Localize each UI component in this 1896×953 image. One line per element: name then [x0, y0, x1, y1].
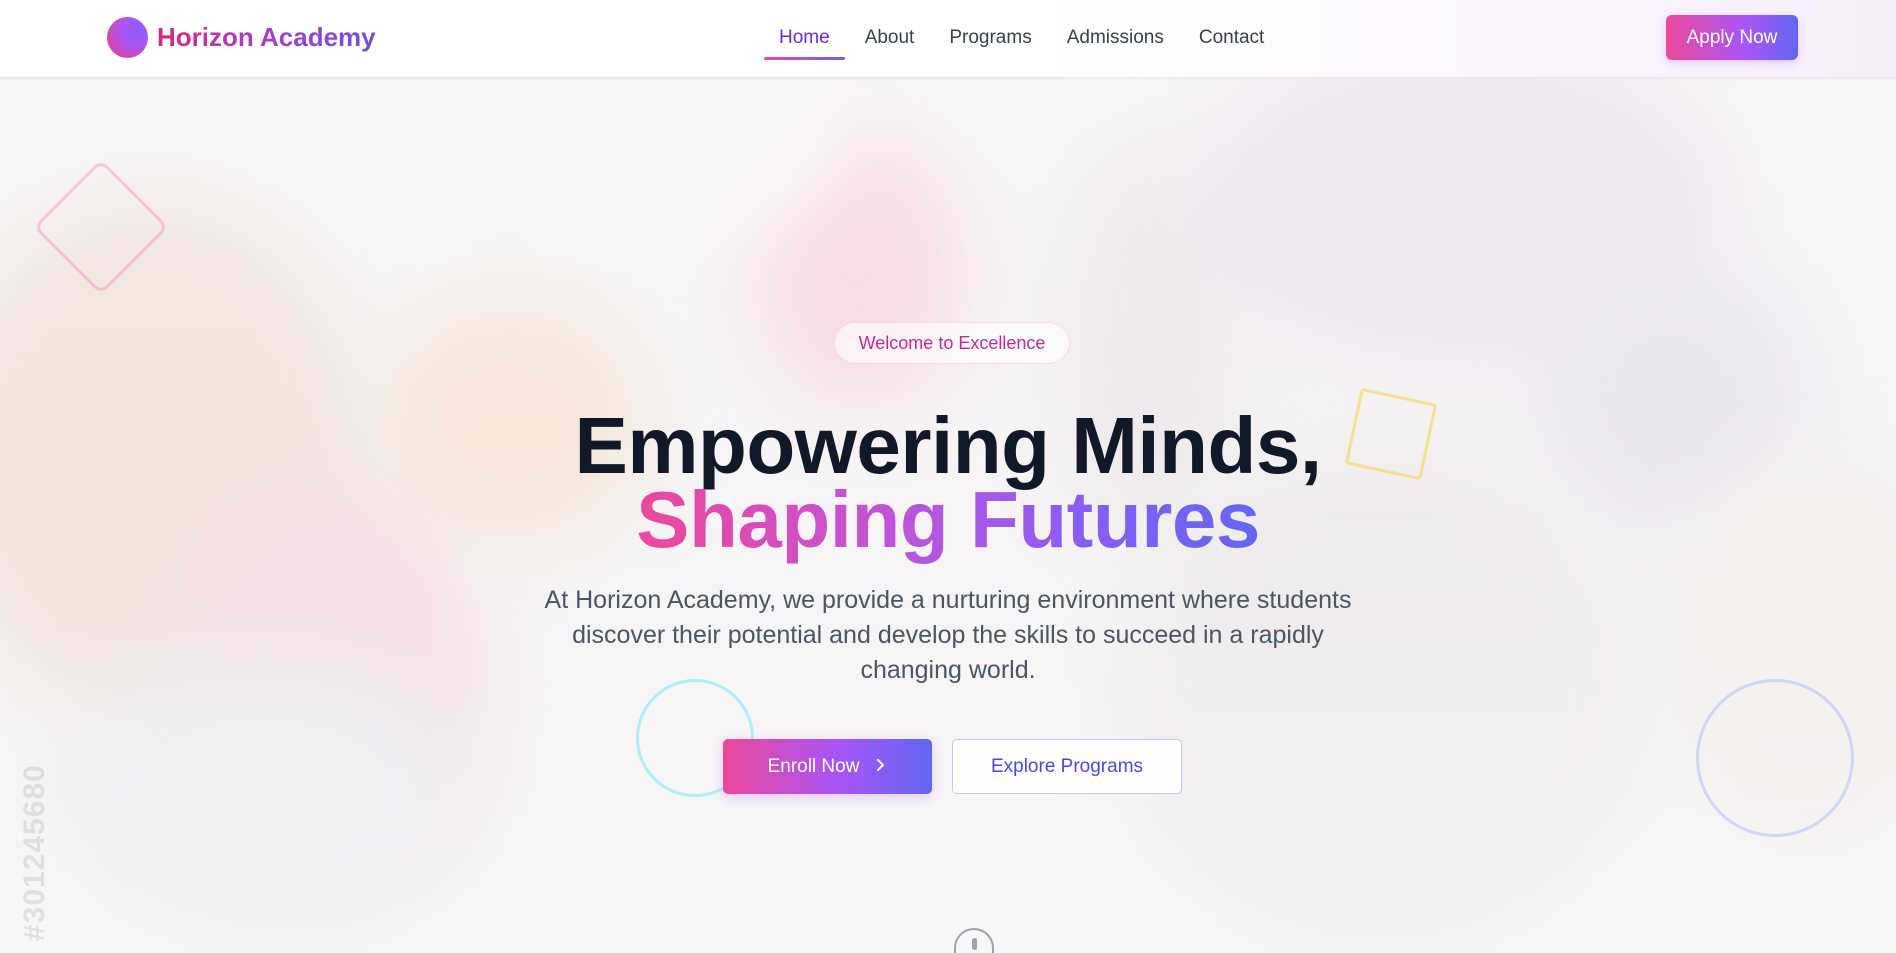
site-header: Horizon Academy Home About Programs Admi…: [0, 0, 1896, 78]
scroll-wheel: [972, 938, 977, 950]
hero-section: #301245680 Welcome to Excellence Empower…: [0, 79, 1896, 953]
hero-subtitle: At Horizon Academy, we provide a nurturi…: [544, 586, 1352, 684]
enroll-now-label: Enroll Now: [767, 755, 860, 777]
chevron-right-icon: [875, 756, 887, 777]
explore-programs-button[interactable]: Explore Programs: [952, 739, 1182, 794]
image-watermark: #301245680: [18, 764, 51, 941]
nav-item-contact[interactable]: Contact: [1184, 0, 1279, 78]
nav-item-home[interactable]: Home: [764, 0, 845, 78]
nav-item-programs[interactable]: Programs: [934, 0, 1046, 78]
hero-title-line2: Shaping Futures: [0, 475, 1896, 565]
brand-name: Horizon Academy: [157, 17, 376, 58]
main-nav: Home About Programs Admissions Contact: [764, 0, 1284, 78]
decorative-circle-blue: [1696, 679, 1854, 837]
welcome-badge: Welcome to Excellence: [834, 322, 1070, 364]
nav-item-about[interactable]: About: [850, 0, 930, 78]
enroll-now-button[interactable]: Enroll Now: [723, 739, 932, 794]
apply-now-button[interactable]: Apply Now: [1666, 15, 1798, 60]
nav-item-admissions[interactable]: Admissions: [1052, 0, 1179, 78]
brand-logo[interactable]: Horizon Academy: [107, 17, 376, 58]
hero-title-gradient-text: Shaping Futures: [636, 475, 1260, 564]
logo-icon: [107, 17, 148, 58]
